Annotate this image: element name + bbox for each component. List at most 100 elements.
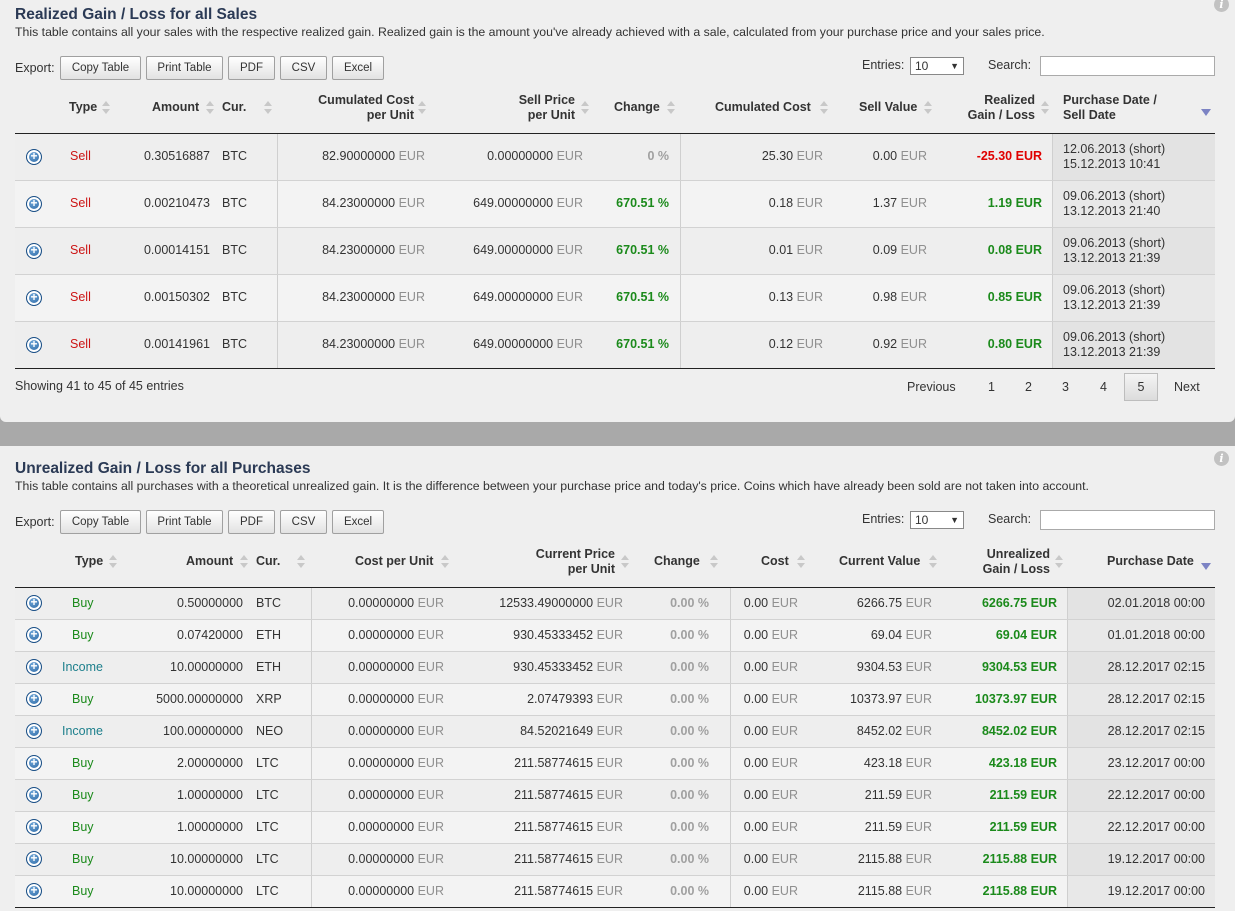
expand-row-icon[interactable]: +	[26, 659, 42, 675]
sort-icon[interactable]	[264, 101, 272, 115]
header-type[interactable]: Type	[69, 100, 97, 115]
sort-icon[interactable]	[797, 555, 805, 569]
header-sell-value[interactable]: Sell Value	[859, 100, 917, 115]
expand-row-icon[interactable]: +	[26, 289, 42, 306]
excel-button[interactable]: Excel	[332, 56, 384, 80]
sort-icon[interactable]	[667, 101, 675, 115]
value: 84.23000000	[322, 337, 396, 351]
sort-icon[interactable]	[710, 555, 718, 569]
pdf-button[interactable]: PDF	[228, 510, 275, 534]
column-divider	[1052, 134, 1053, 180]
pagination-previous[interactable]: Previous	[907, 380, 956, 394]
expand-row-icon[interactable]: +	[26, 819, 42, 835]
header-dates[interactable]: Purchase Date / Sell Date	[1063, 93, 1157, 123]
info-icon[interactable]: i	[1214, 0, 1229, 12]
expand-row-icon[interactable]: +	[26, 148, 42, 165]
expand-row-icon[interactable]: +	[26, 723, 42, 739]
info-icon[interactable]: i	[1214, 451, 1229, 466]
pagination-page-5[interactable]: 5	[1124, 373, 1158, 401]
expand-row-icon[interactable]: +	[26, 595, 42, 611]
header-currency[interactable]: Cur.	[222, 100, 246, 115]
sort-desc-icon[interactable]	[1201, 563, 1211, 570]
expand-row-icon[interactable]: +	[26, 883, 42, 899]
copy-table-button[interactable]: Copy Table	[60, 510, 141, 534]
pagination-page-2[interactable]: 2	[1025, 380, 1032, 394]
row-current-price: 211.58774615 EUR	[455, 820, 623, 834]
search-input[interactable]	[1040, 56, 1215, 76]
header-cost[interactable]: Cost	[761, 554, 789, 569]
expand-row-icon[interactable]: +	[26, 336, 42, 353]
sort-icon[interactable]	[206, 101, 214, 115]
header-change[interactable]: Change	[654, 554, 700, 569]
row-change: 670.51 %	[616, 243, 669, 257]
unit: EUR	[596, 627, 623, 642]
sort-icon[interactable]	[109, 555, 117, 569]
value: 0.00	[743, 627, 769, 642]
table-row: + Buy 1.00000000 LTC 0.00000000 EUR 211.58774…	[15, 812, 1215, 844]
row-sell-value: 0.98 EUR	[835, 290, 927, 304]
excel-button[interactable]: Excel	[332, 510, 384, 534]
sort-icon[interactable]	[581, 101, 589, 115]
entries-select[interactable]: 10 ▼	[910, 511, 964, 529]
print-table-button[interactable]: Print Table	[146, 56, 223, 80]
expand-row-icon[interactable]: +	[26, 787, 42, 803]
row-sell-date: 13.12.2013 21:39	[1063, 345, 1161, 359]
search-input[interactable]	[1040, 510, 1215, 530]
sort-icon[interactable]	[1055, 555, 1063, 569]
pagination-page-4[interactable]: 4	[1100, 380, 1107, 394]
header-realized[interactable]: Realized Gain / Loss	[950, 93, 1035, 123]
pdf-button[interactable]: PDF	[228, 56, 275, 80]
sort-icon[interactable]	[924, 101, 932, 115]
header-currency[interactable]: Cur.	[256, 554, 280, 569]
expand-row-icon[interactable]: +	[26, 627, 42, 643]
sort-desc-icon[interactable]	[1201, 109, 1211, 116]
header-cum-cost-unit[interactable]: Cumulated Cost per Unit	[290, 93, 414, 123]
column-divider	[1052, 322, 1053, 368]
sort-icon[interactable]	[441, 555, 449, 569]
expand-row-icon[interactable]: +	[26, 755, 42, 771]
header-cumulated-cost[interactable]: Cumulated Cost	[715, 100, 811, 115]
sort-icon[interactable]	[1041, 101, 1049, 115]
header-current-value[interactable]: Current Value	[839, 554, 920, 569]
pagination-page-1[interactable]: 1	[988, 380, 995, 394]
header-purchase-date[interactable]: Purchase Date	[1107, 554, 1194, 569]
csv-button[interactable]: CSV	[280, 510, 327, 534]
expand-row-icon[interactable]: +	[26, 691, 42, 707]
sort-icon[interactable]	[621, 555, 629, 569]
column-divider	[277, 322, 278, 368]
column-divider	[1067, 780, 1068, 811]
value: 211.58774615	[514, 755, 594, 770]
expand-row-icon[interactable]: +	[26, 242, 42, 259]
pagination-page-3[interactable]: 3	[1062, 380, 1069, 394]
print-table-button[interactable]: Print Table	[146, 510, 223, 534]
value: 0.00000000	[348, 819, 415, 834]
header-amount[interactable]: Amount	[152, 100, 199, 115]
header-type[interactable]: Type	[75, 554, 103, 569]
row-cost: 0.00 EUR	[735, 852, 798, 866]
entries-select[interactable]: 10 ▼	[910, 57, 964, 75]
sort-icon[interactable]	[102, 101, 110, 115]
sort-icon[interactable]	[929, 555, 937, 569]
row-current-value: 8452.02 EUR	[815, 724, 932, 738]
sort-icon[interactable]	[820, 101, 828, 115]
sort-icon[interactable]	[297, 555, 305, 569]
row-change: 0.00 %	[670, 691, 709, 706]
expand-row-icon[interactable]: +	[26, 851, 42, 867]
csv-button[interactable]: CSV	[280, 56, 327, 80]
pagination-next[interactable]: Next	[1174, 380, 1200, 394]
header-current-price[interactable]: Current Price per Unit	[510, 547, 615, 577]
row-cost: 0.00 EUR	[735, 724, 798, 738]
unit: EUR	[417, 627, 444, 642]
copy-table-button[interactable]: Copy Table	[60, 56, 141, 80]
row-cum-cost-unit: 84.23000000 EUR	[285, 337, 425, 351]
sort-icon[interactable]	[418, 101, 426, 115]
header-amount[interactable]: Amount	[186, 554, 233, 569]
header-change[interactable]: Change	[614, 100, 660, 115]
unit: EUR	[398, 290, 425, 304]
sort-icon[interactable]	[240, 555, 248, 569]
expand-row-icon[interactable]: +	[26, 195, 42, 212]
header-sell-price[interactable]: Sell Price per Unit	[470, 93, 575, 123]
header-cost-per-unit[interactable]: Cost per Unit	[355, 554, 433, 569]
value: 211.58774615	[514, 787, 594, 802]
header-unrealized[interactable]: Unrealized Gain / Loss	[960, 547, 1050, 577]
